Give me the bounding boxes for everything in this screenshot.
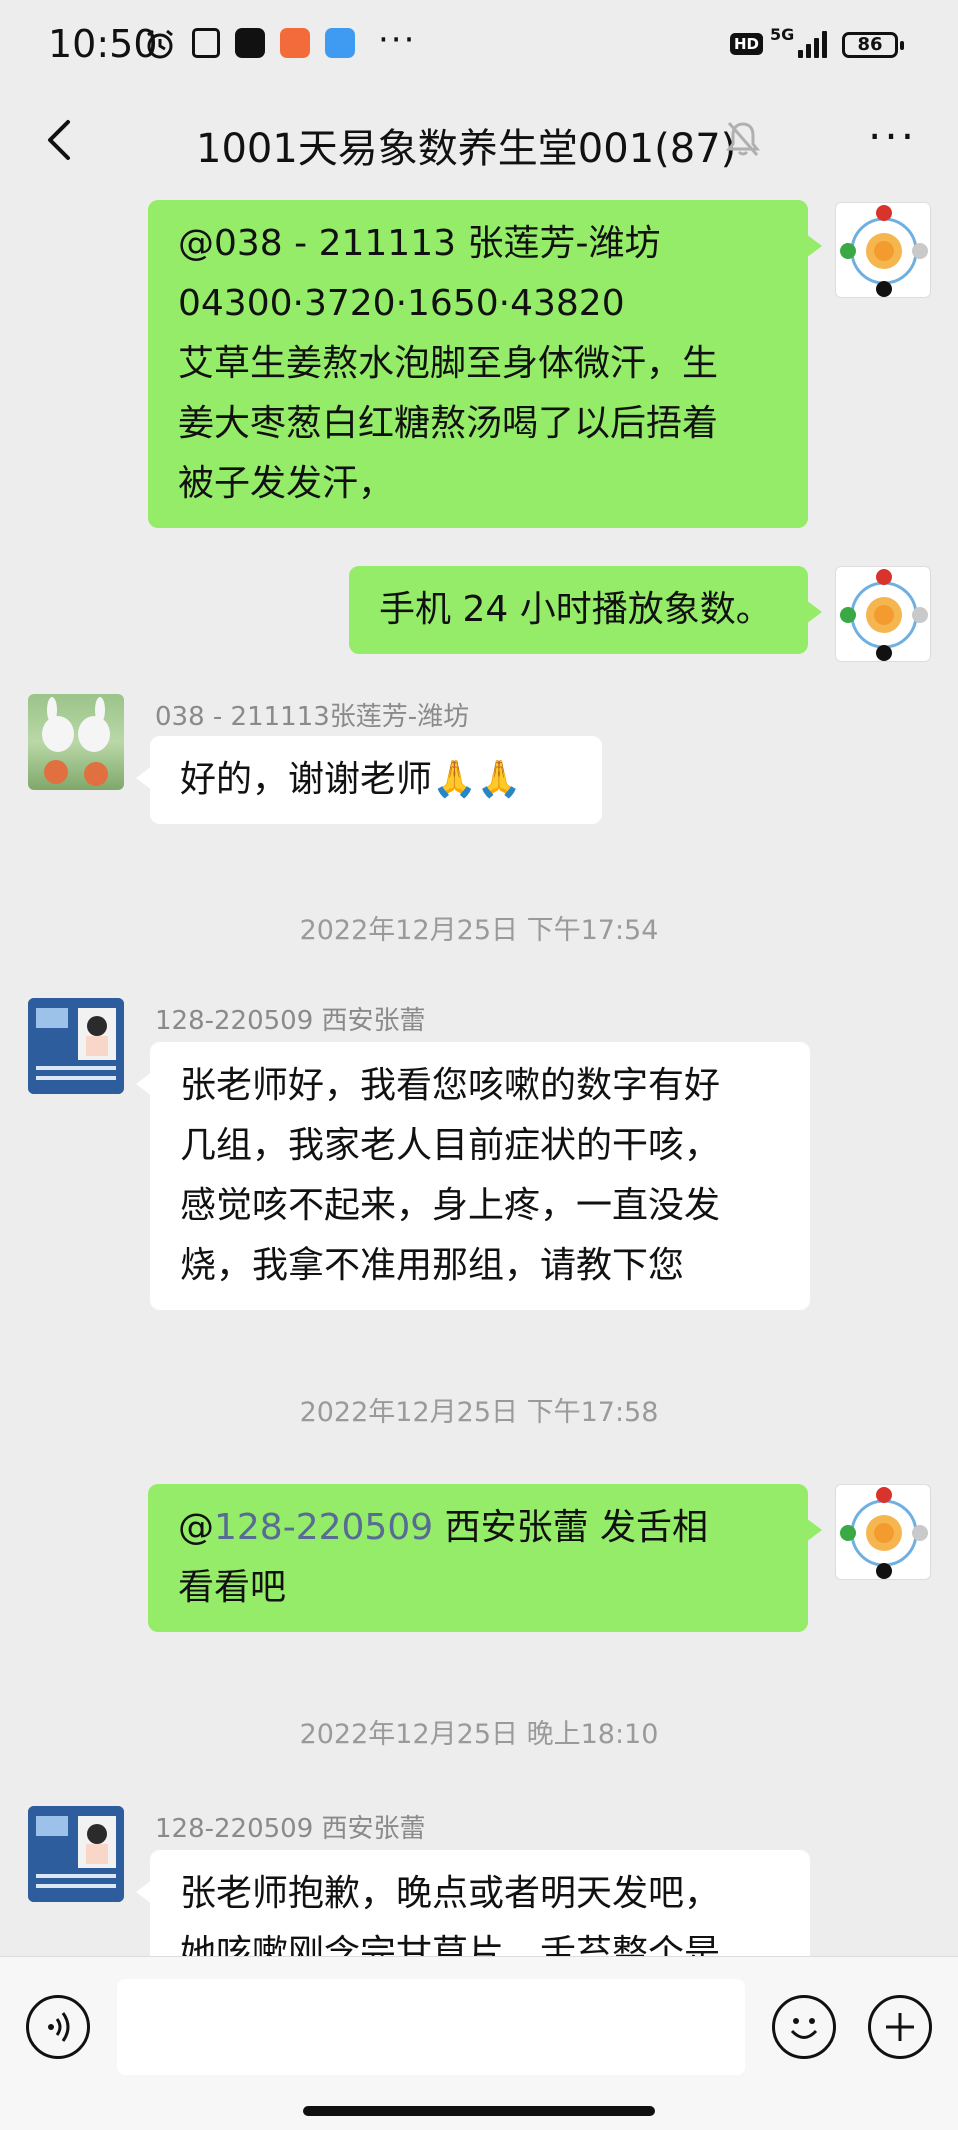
- status-more-icon: ···: [378, 20, 417, 60]
- message-line: 04300·3720·1650·43820: [178, 283, 625, 324]
- message-line: 看看吧: [178, 1567, 287, 1608]
- signal-icon: [798, 30, 830, 58]
- self-avatar[interactable]: [835, 1484, 931, 1580]
- more-options-icon[interactable]: ···: [868, 112, 917, 161]
- message-line: 好的，谢谢老师🙏🙏: [180, 759, 522, 800]
- message-line: @038 - 211113 张莲芳-潍坊: [178, 223, 661, 264]
- self-avatar[interactable]: [835, 566, 931, 662]
- message-line: 艾草生姜熬水泡脚至身体微汗，生: [178, 343, 719, 384]
- back-icon[interactable]: [38, 114, 82, 166]
- message-bubble[interactable]: 好的，谢谢老师🙏🙏: [136, 736, 602, 824]
- message-line: 感觉咳不起来，身上疼，一直没发: [180, 1185, 721, 1226]
- input-bar: [0, 1956, 958, 2130]
- sender-name: 128-220509 西安张蕾: [155, 1006, 426, 1036]
- message-bubble[interactable]: 张老师好，我看您咳嗽的数字有好 几组，我家老人目前症状的干咳， 感觉咳不起来，身…: [136, 1042, 810, 1310]
- message-line: 几组，我家老人目前症状的干咳，: [180, 1125, 721, 1166]
- message-line: 张老师好，我看您咳嗽的数字有好: [180, 1065, 721, 1106]
- tiktok-icon: [235, 28, 265, 58]
- message-bubble[interactable]: @038 - 211113 张莲芳-潍坊 04300·3720·1650·438…: [148, 200, 822, 528]
- chat-app-icon: [325, 28, 355, 58]
- mention-at: @: [178, 1507, 214, 1548]
- voice-icon[interactable]: [26, 1995, 90, 2059]
- message-bubble[interactable]: @128-220509 西安张蕾 发舌相 看看吧: [148, 1484, 822, 1632]
- message-bubble[interactable]: 手机 24 小时播放象数。: [349, 566, 822, 654]
- sender-avatar[interactable]: [28, 1806, 124, 1902]
- message-line: 姜大枣葱白红糖熬汤喝了以后捂着: [178, 403, 719, 444]
- home-indicator[interactable]: [303, 2106, 655, 2116]
- mention-link[interactable]: 128-220509: [214, 1507, 433, 1548]
- message-line: 张老师抱歉，晚点或者明天发吧，: [180, 1873, 721, 1914]
- chat-header: 1001天易象数养生堂001(87) ···: [0, 92, 958, 188]
- emoji-icon[interactable]: [772, 1995, 836, 2059]
- message-timestamp: 2022年12月25日 下午17:54: [299, 915, 659, 946]
- message-line: @128-220509 西安张蕾 发舌相: [178, 1498, 784, 1558]
- battery-icon: 86: [842, 32, 904, 58]
- message-line: 被子发发汗，: [178, 463, 395, 504]
- message-timestamp: 2022年12月25日 晚上18:10: [299, 1719, 659, 1750]
- nfc-icon: [192, 28, 220, 58]
- sender-avatar[interactable]: [28, 694, 124, 790]
- alarm-icon: [144, 28, 176, 60]
- message-timestamp: 2022年12月25日 下午17:58: [299, 1397, 659, 1428]
- plus-icon[interactable]: [868, 1995, 932, 2059]
- message-line: 烧，我拿不准用那组，请教下您: [180, 1245, 685, 1286]
- shopping-app-icon: [280, 28, 310, 58]
- hd-badge: HD: [730, 33, 764, 55]
- mute-bell-icon: [726, 120, 760, 158]
- message-line: 手机 24 小时播放象数。: [379, 589, 772, 630]
- chat-title: 1001天易象数养生堂001(87): [196, 126, 737, 172]
- message-line: 她咳嗽刚含完甘草片，舌苔整个是: [180, 1933, 721, 1956]
- message-input[interactable]: [117, 1979, 745, 2075]
- battery-level: 86: [857, 34, 883, 55]
- message-text: 西安张蕾 发舌相: [433, 1507, 709, 1548]
- self-avatar[interactable]: [835, 202, 931, 298]
- sender-name: 038 - 211113张莲芳-潍坊: [155, 702, 470, 732]
- sender-avatar[interactable]: [28, 998, 124, 1094]
- message-list[interactable]: @038 - 211113 张莲芳-潍坊 04300·3720·1650·438…: [0, 188, 958, 1956]
- sender-name: 128-220509 西安张蕾: [155, 1814, 426, 1844]
- status-bar: 10:50 ··· HD 5G 86: [0, 0, 958, 92]
- status-time: 10:50: [48, 22, 158, 66]
- network-type: 5G: [770, 25, 795, 44]
- message-bubble[interactable]: 张老师抱歉，晚点或者明天发吧， 她咳嗽刚含完甘草片，舌苔整个是: [136, 1850, 810, 1956]
